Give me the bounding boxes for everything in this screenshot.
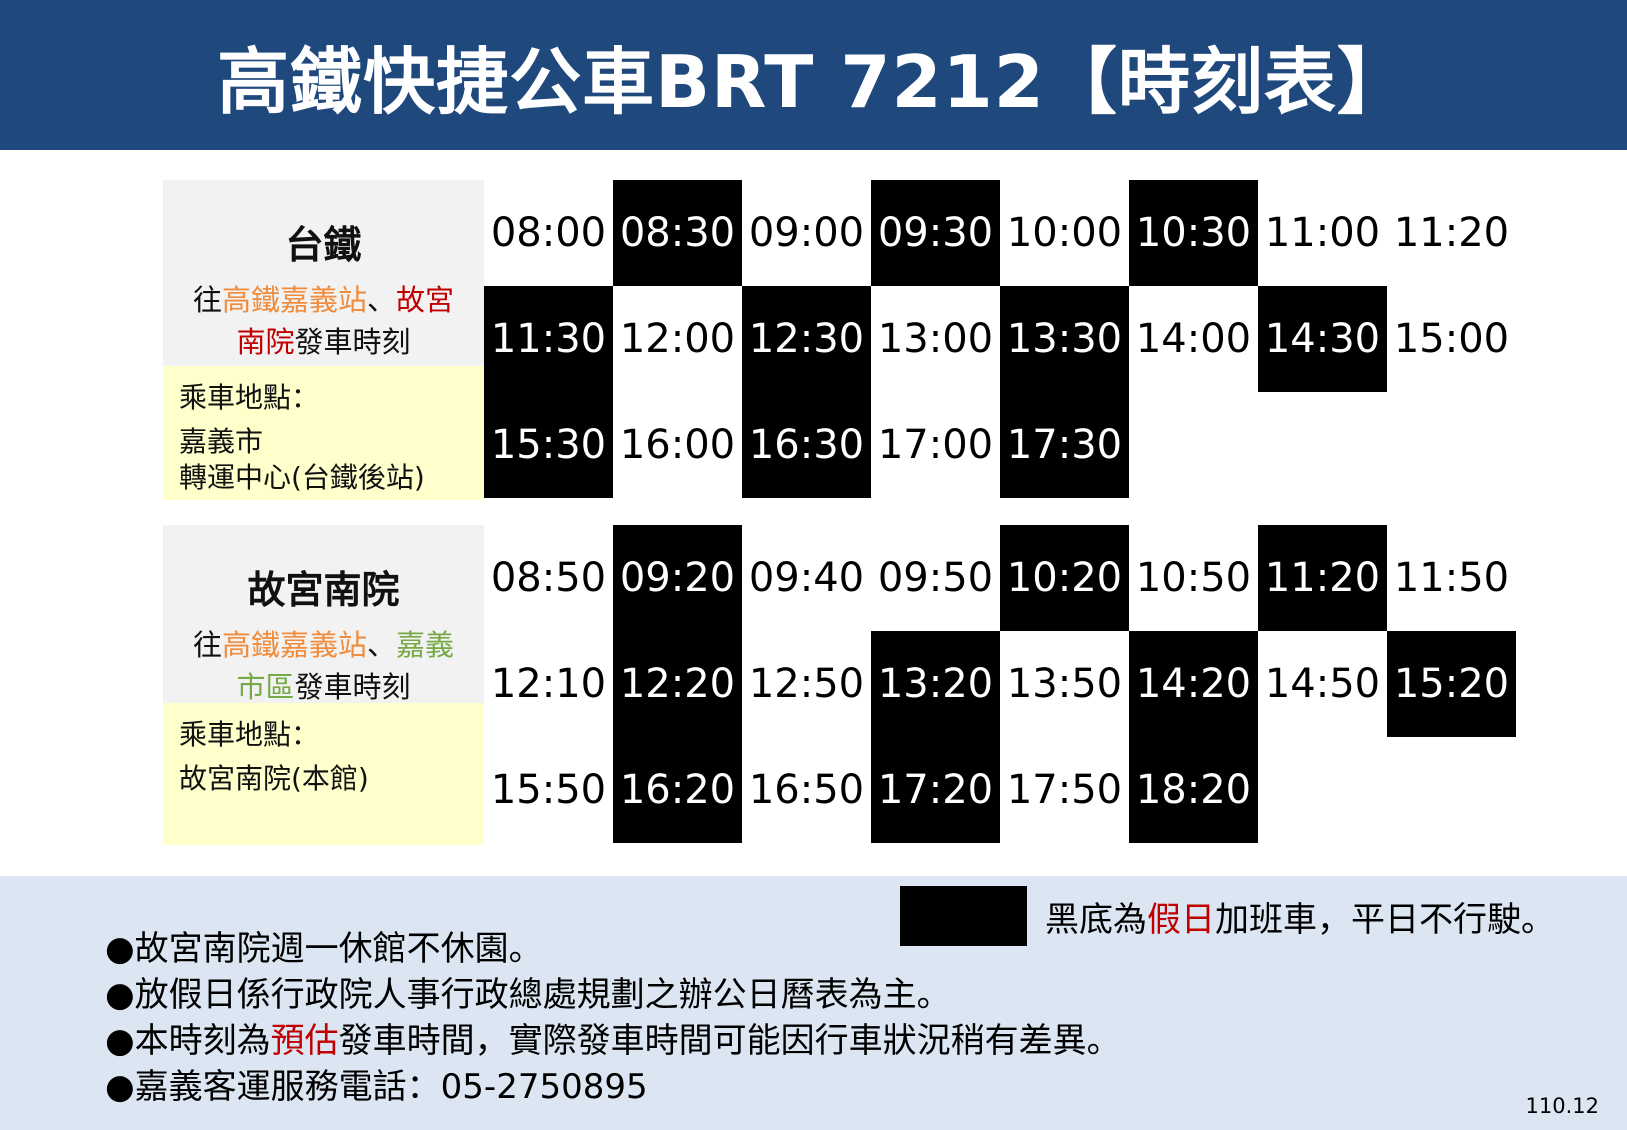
- departure-time-cell: 15:50: [490, 767, 607, 813]
- departure-time-cell: 16:50: [748, 767, 865, 813]
- departure-time-cell: 14:00: [1135, 316, 1252, 362]
- departure-time-cell: 17:20: [871, 737, 1000, 843]
- departure-time-cell: 17:30: [1000, 392, 1129, 498]
- departure-time-cell: 09:00: [748, 210, 865, 256]
- departure-time-cell: [1129, 392, 1258, 498]
- departure-time-cell: 11:20: [1393, 210, 1510, 256]
- footer-notes: 黑底為假日加班車，平日不行駛。 ●故宮南院週一休館不休園。 ●放假日係行政院人事…: [0, 876, 1627, 1130]
- station-direction: 往高鐵嘉義站、嘉義 市區發車時刻: [192, 628, 455, 704]
- departure-time-cell: 15:20: [1387, 631, 1516, 737]
- departure-time-cell: 09:20: [613, 525, 742, 631]
- departure-time-cell: 16:30: [742, 392, 871, 498]
- departure-time-cell: 15:30: [484, 392, 613, 498]
- notes-list: ●故宮南院週一休館不休園。 ●放假日係行政院人事行政總處規劃之辦公日曆表為主。 …: [105, 926, 1121, 1110]
- departure-time-cell: 09:40: [748, 555, 865, 601]
- departure-time-cell: 12:30: [742, 286, 871, 392]
- boarding-label: 乘車地點：: [179, 718, 320, 751]
- station-name: 台鐵: [285, 223, 362, 267]
- departure-time-cell: 10:50: [1135, 555, 1252, 601]
- departure-time-cell: 10:20: [1000, 525, 1129, 631]
- departure-time-cell: 12:20: [613, 631, 742, 737]
- departure-time-cell: 15:00: [1393, 316, 1510, 362]
- departure-time-cell: 13:00: [877, 316, 994, 362]
- station-name: 故宮南院: [247, 568, 400, 612]
- boarding-location: 乘車地點： 嘉義市 轉運中心(台鐵後站): [163, 366, 484, 500]
- departure-time-cell: 18:20: [1129, 737, 1258, 843]
- version-label: 110.12: [1525, 1094, 1599, 1118]
- departure-time-cell: 17:00: [877, 422, 994, 468]
- departure-time-cell: 12:00: [619, 316, 736, 362]
- note-item: ●嘉義客運服務電話：05-2750895: [105, 1067, 648, 1107]
- boarding-line: 轉運中心(台鐵後站): [179, 461, 425, 494]
- departure-time-cell: [1258, 392, 1387, 498]
- boarding-line: 故宮南院(本館): [179, 762, 369, 795]
- departure-time-cell: 08:00: [490, 210, 607, 256]
- section-label: 台鐵 往高鐵嘉義站、故宮 南院發車時刻: [163, 180, 484, 366]
- departure-time-cell: 16:20: [613, 737, 742, 843]
- departure-time-cell: 08:50: [490, 555, 607, 601]
- departure-time-cell: 12:10: [490, 661, 607, 707]
- departure-time-cell: 11:20: [1258, 525, 1387, 631]
- section-label: 故宮南院 往高鐵嘉義站、嘉義 市區發車時刻: [163, 525, 484, 704]
- departure-time-cell: 14:30: [1258, 286, 1387, 392]
- departure-time-cell: [1387, 392, 1516, 498]
- departure-time-cell: 14:50: [1264, 661, 1381, 707]
- note-item: ●放假日係行政院人事行政總處規劃之辦公日曆表為主。: [105, 975, 951, 1015]
- station-direction: 往高鐵嘉義站、故宮 南院發車時刻: [192, 283, 455, 359]
- departure-time-cell: 17:50: [1006, 767, 1123, 813]
- departure-time-cell: [1387, 737, 1516, 843]
- departure-time-cell: 13:50: [1006, 661, 1123, 707]
- boarding-label: 乘車地點：: [179, 381, 320, 414]
- departure-time-cell: 16:00: [619, 422, 736, 468]
- page-header: 高鐵快捷公車BRT 7212【時刻表】: [0, 0, 1627, 150]
- departure-time-cell: 11:50: [1393, 555, 1510, 601]
- departure-time-cell: 09:30: [871, 180, 1000, 286]
- boarding-line: 嘉義市: [179, 425, 264, 458]
- note-item: ●本時刻為預估發車時間，實際發車時間可能因行車狀況稍有差異。: [105, 1021, 1121, 1061]
- note-item: ●故宮南院週一休館不休園。: [105, 929, 543, 969]
- departure-time-cell: 09:50: [877, 555, 994, 601]
- departure-time-cell: 13:30: [1000, 286, 1129, 392]
- departure-time-cell: 11:00: [1264, 210, 1381, 256]
- section-taitie: 台鐵 往高鐵嘉義站、故宮 南院發車時刻 乘車地點： 嘉義市 轉運中心(台鐵後站)…: [163, 180, 1509, 500]
- departure-time-cell: 08:30: [613, 180, 742, 286]
- departure-time-cell: 13:20: [871, 631, 1000, 737]
- departure-time-cell: 11:30: [484, 286, 613, 392]
- departure-time-cell: 14:20: [1129, 631, 1258, 737]
- departure-time-cell: [1258, 737, 1387, 843]
- page-title: 高鐵快捷公車BRT 7212【時刻表】: [217, 39, 1410, 124]
- departure-time-cell: 10:00: [1006, 210, 1123, 256]
- departure-time-cell: 12:50: [748, 661, 865, 707]
- boarding-location: 乘車地點： 故宮南院(本館): [163, 703, 484, 845]
- departure-time-cell: 10:30: [1129, 180, 1258, 286]
- legend-text: 黑底為假日加班車，平日不行駛。: [1045, 899, 1555, 940]
- section-npm-south: 故宮南院 往高鐵嘉義站、嘉義 市區發車時刻 乘車地點： 故宮南院(本館) 08:…: [163, 525, 1516, 845]
